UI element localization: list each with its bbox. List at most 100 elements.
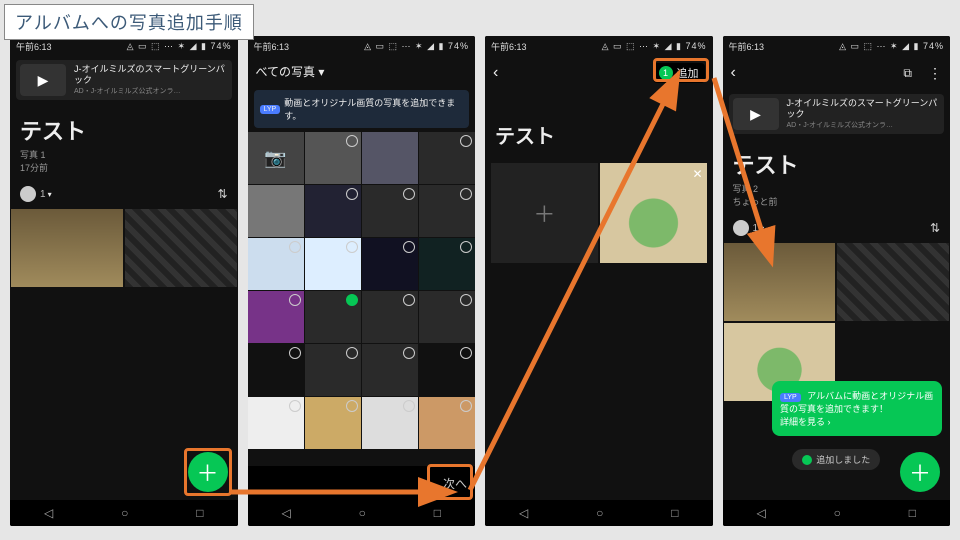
status-icons: ◬ ▭ ⬚ ⋯ ✶ ◢ ▮ 74% bbox=[127, 41, 232, 52]
picker-thumb[interactable] bbox=[362, 132, 418, 184]
photo-thumb[interactable] bbox=[124, 208, 238, 288]
ad-title: J-オイルミルズのスマートグリーンパック bbox=[787, 98, 941, 121]
play-icon[interactable]: ▶ bbox=[20, 64, 66, 96]
picker-thumb[interactable] bbox=[248, 344, 304, 396]
nav-home-icon[interactable]: ○ bbox=[121, 506, 128, 520]
nav-back-icon[interactable]: ◁ bbox=[519, 506, 528, 520]
picker-thumb[interactable] bbox=[362, 397, 418, 449]
nav-back-icon[interactable]: ◁ bbox=[756, 506, 765, 520]
add-button[interactable]: 1 追加 bbox=[653, 63, 705, 83]
status-time: 午前6:13 bbox=[254, 40, 290, 53]
user-row: 1 ▾ ⇅ bbox=[20, 186, 228, 202]
photo-grid bbox=[723, 242, 951, 402]
user-chevron-icon: ▾ bbox=[760, 224, 764, 233]
nav-recent-icon[interactable]: □ bbox=[909, 506, 916, 520]
picker-thumb[interactable] bbox=[248, 238, 304, 290]
picker-thumb[interactable] bbox=[305, 344, 361, 396]
tutorial-caption: アルバムへの写真追加手順 bbox=[4, 4, 254, 40]
picker-thumb[interactable] bbox=[305, 185, 361, 237]
sort-icon[interactable]: ⇅ bbox=[217, 187, 227, 201]
album-subtitle: 写真 2ちょっと前 bbox=[733, 182, 941, 208]
phone-1: 午前6:13 ◬ ▭ ⬚ ⋯ ✶ ◢ ▮ 74% ▶ J-オイルミルズのスマート… bbox=[10, 36, 238, 526]
picker-thumb[interactable] bbox=[419, 238, 475, 290]
nav-back-icon[interactable]: ◁ bbox=[44, 506, 53, 520]
picker-thumb[interactable] bbox=[419, 291, 475, 343]
picker-thumb[interactable] bbox=[419, 397, 475, 449]
photo-thumb[interactable] bbox=[723, 242, 837, 322]
toast-text: アルバムに動画とオリジナル画質の写真を追加できます！ bbox=[780, 391, 933, 414]
avatar[interactable] bbox=[20, 186, 36, 202]
play-icon[interactable]: ▶ bbox=[733, 98, 779, 130]
add-photo-fab[interactable]: ＋ bbox=[188, 452, 228, 492]
preview-thumb[interactable]: ✕ bbox=[600, 163, 707, 263]
ad-subtitle: AD・J-オイルミルズ公式オンラ… bbox=[787, 121, 941, 130]
avatar[interactable] bbox=[733, 220, 749, 236]
picker-thumb[interactable] bbox=[248, 291, 304, 343]
photo-thumb[interactable] bbox=[10, 208, 124, 288]
picker-thumb[interactable] bbox=[362, 344, 418, 396]
ad-banner[interactable]: ▶ J-オイルミルズのスマートグリーンパック AD・J-オイルミルズ公式オンラ… bbox=[16, 60, 232, 100]
album-title: テスト bbox=[495, 120, 703, 149]
ad-text: J-オイルミルズのスマートグリーンパック AD・J-オイルミルズ公式オンラ… bbox=[74, 64, 228, 96]
nav-back-icon[interactable]: ◁ bbox=[281, 506, 290, 520]
picker-thumb[interactable] bbox=[362, 238, 418, 290]
picker-thumb[interactable] bbox=[305, 238, 361, 290]
next-button[interactable]: 次へ bbox=[443, 475, 467, 492]
picker-thumb[interactable] bbox=[419, 185, 475, 237]
lyp-badge: LYP bbox=[780, 393, 801, 402]
camera-cell[interactable]: 📷 bbox=[248, 132, 304, 184]
sort-icon[interactable]: ⇅ bbox=[930, 221, 940, 235]
menu-icon[interactable]: ⋮ bbox=[928, 65, 942, 82]
lyp-note: LYP 動画とオリジナル画質の写真を追加できます。 bbox=[254, 90, 470, 128]
nav-recent-icon[interactable]: □ bbox=[196, 506, 203, 520]
picker-thumb[interactable] bbox=[419, 344, 475, 396]
picker-grid: 📷 bbox=[248, 132, 476, 466]
picker-thumb[interactable] bbox=[362, 185, 418, 237]
lyp-text: 動画とオリジナル画質の写真を追加できます。 bbox=[284, 96, 463, 122]
ad-banner[interactable]: ▶ J-オイルミルズのスマートグリーンパック AD・J-オイルミルズ公式オンラ… bbox=[729, 94, 945, 134]
count-badge: 1 bbox=[659, 66, 673, 80]
status-time: 午前6:13 bbox=[491, 40, 527, 53]
picker-tab[interactable]: べての写真 ▾ bbox=[248, 56, 476, 86]
preview-body: テスト ＋ ✕ bbox=[485, 90, 713, 500]
nav-recent-icon[interactable]: □ bbox=[671, 506, 678, 520]
user-count: 1 bbox=[753, 223, 759, 234]
phone-row: 午前6:13 ◬ ▭ ⬚ ⋯ ✶ ◢ ▮ 74% ▶ J-オイルミルズのスマート… bbox=[0, 0, 960, 536]
picker-thumb[interactable] bbox=[305, 397, 361, 449]
android-nav: ◁ ○ □ bbox=[485, 500, 713, 526]
add-photo-fab[interactable]: ＋ bbox=[900, 452, 940, 492]
status-time: 午前6:13 bbox=[729, 40, 765, 53]
phone-2: 午前6:13 ◬ ▭ ⬚ ⋯ ✶ ◢ ▮ 74% べての写真 ▾ LYP 動画と… bbox=[248, 36, 476, 526]
picker-thumb[interactable] bbox=[248, 185, 304, 237]
android-nav: ◁ ○ □ bbox=[723, 500, 951, 526]
header: ‹ ⧉ ⋮ bbox=[723, 56, 951, 90]
nav-recent-icon[interactable]: □ bbox=[434, 506, 441, 520]
status-icons: ◬ ▭ ⬚ ⋯ ✶ ◢ ▮ 74% bbox=[839, 41, 944, 52]
phone-4: 午前6:13 ◬ ▭ ⬚ ⋯ ✶ ◢ ▮ 74% ‹ ⧉ ⋮ ▶ J-オイルミル… bbox=[723, 36, 951, 526]
ad-title: J-オイルミルズのスマートグリーンパック bbox=[74, 64, 228, 87]
back-icon[interactable]: ‹ bbox=[493, 64, 498, 82]
add-more-tile[interactable]: ＋ bbox=[491, 163, 598, 263]
nav-home-icon[interactable]: ○ bbox=[834, 506, 841, 520]
picker-thumb[interactable] bbox=[248, 397, 304, 449]
status-bar: 午前6:13 ◬ ▭ ⬚ ⋯ ✶ ◢ ▮ 74% bbox=[485, 36, 713, 56]
remove-icon[interactable]: ✕ bbox=[692, 167, 702, 181]
lyp-toast[interactable]: LYP アルバムに動画とオリジナル画質の写真を追加できます！ 詳細を見る › bbox=[772, 381, 942, 436]
back-icon[interactable]: ‹ bbox=[731, 64, 736, 82]
photo-thumb[interactable] bbox=[836, 242, 950, 322]
toast-link[interactable]: 詳細を見る › bbox=[780, 417, 831, 427]
picker-thumb[interactable] bbox=[305, 132, 361, 184]
nav-home-icon[interactable]: ○ bbox=[359, 506, 366, 520]
picker-thumb[interactable] bbox=[419, 132, 475, 184]
picker-thumb-selected[interactable] bbox=[305, 291, 361, 343]
android-nav: ◁ ○ □ bbox=[10, 500, 238, 526]
cast-icon[interactable]: ⧉ bbox=[903, 66, 912, 81]
ad-text: J-オイルミルズのスマートグリーンパック AD・J-オイルミルズ公式オンラ… bbox=[787, 98, 941, 130]
nav-home-icon[interactable]: ○ bbox=[596, 506, 603, 520]
album-subtitle: 写真 117分前 bbox=[20, 148, 228, 174]
picker-thumb[interactable] bbox=[362, 291, 418, 343]
user-count: 1 bbox=[40, 189, 46, 200]
snackbar: 追加しました bbox=[792, 449, 880, 470]
status-icons: ◬ ▭ ⬚ ⋯ ✶ ◢ ▮ 74% bbox=[602, 41, 707, 52]
lyp-badge: LYP bbox=[260, 105, 281, 114]
